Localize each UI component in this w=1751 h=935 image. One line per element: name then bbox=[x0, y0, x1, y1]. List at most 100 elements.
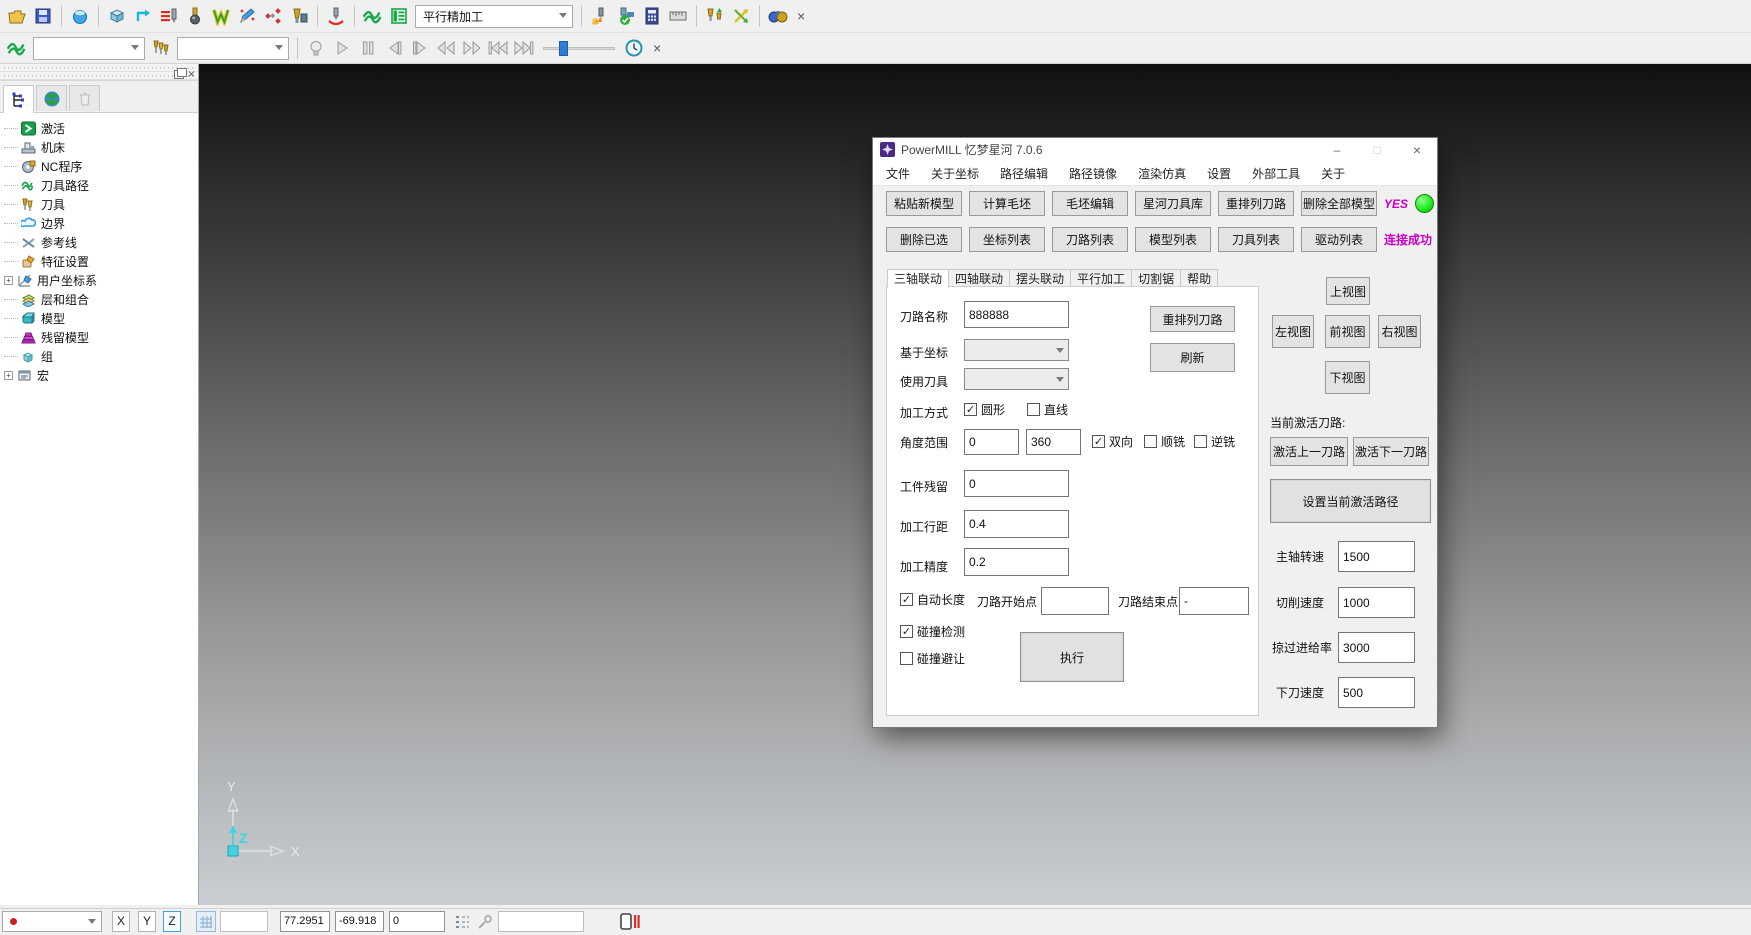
spindle-speed-input[interactable] bbox=[1338, 541, 1415, 572]
tab-swivel-head[interactable]: 摆头联动 bbox=[1010, 269, 1071, 287]
calc-block-button[interactable]: 计算毛坯 bbox=[969, 191, 1045, 216]
pause-icon[interactable] bbox=[356, 36, 380, 60]
pattern-pencil-icon[interactable] bbox=[235, 4, 259, 28]
skip-start-icon[interactable] bbox=[486, 36, 510, 60]
collision-check-checkbox[interactable]: ✓碰撞检测 bbox=[900, 623, 965, 640]
view-top-button[interactable]: 上视图 bbox=[1326, 277, 1370, 305]
stepover-input[interactable] bbox=[964, 510, 1069, 538]
sim-toolpath-dropdown[interactable] bbox=[33, 37, 145, 60]
view-front-button[interactable]: 前视图 bbox=[1325, 315, 1370, 348]
grid-size-input[interactable] bbox=[220, 911, 268, 932]
grip-handle[interactable] bbox=[0, 64, 198, 72]
tool-lift-icon[interactable] bbox=[703, 4, 727, 28]
expand-icon[interactable]: + bbox=[4, 276, 13, 285]
delete-all-models-button[interactable]: 删除全部模型 bbox=[1301, 191, 1377, 216]
coord-list-button[interactable]: 坐标列表 bbox=[969, 227, 1045, 252]
refresh-button[interactable]: 刷新 bbox=[1150, 343, 1235, 372]
grip-handle[interactable] bbox=[0, 72, 198, 80]
tab-parallel[interactable]: 平行加工 bbox=[1071, 269, 1132, 287]
end-point-input[interactable] bbox=[1179, 587, 1249, 615]
rewind-icon[interactable] bbox=[434, 36, 458, 60]
workplane-dropdown[interactable] bbox=[2, 911, 102, 932]
bulb-icon[interactable] bbox=[304, 36, 328, 60]
tree-item-feature-set[interactable]: 特征设置 bbox=[4, 252, 198, 271]
line-checkbox[interactable]: 直线 bbox=[1027, 401, 1068, 418]
block-edit-button[interactable]: 毛坯编辑 bbox=[1052, 191, 1128, 216]
step-forward-icon[interactable] bbox=[408, 36, 432, 60]
tab-help[interactable]: 帮助 bbox=[1181, 269, 1218, 287]
menu-render-sim[interactable]: 渲染仿真 bbox=[1138, 165, 1186, 182]
auto-length-checkbox[interactable]: ✓自动长度 bbox=[900, 591, 965, 608]
calculator-icon[interactable] bbox=[640, 4, 664, 28]
activate-prev-button[interactable]: 激活上一刀路 bbox=[1270, 437, 1348, 466]
conventional-checkbox[interactable]: 逆铣 bbox=[1194, 433, 1235, 450]
axis-z-button[interactable]: Z bbox=[163, 911, 181, 932]
powermill-s-icon[interactable] bbox=[361, 4, 385, 28]
tool-check-icon[interactable] bbox=[614, 4, 638, 28]
rapid-arrow-icon[interactable] bbox=[131, 4, 155, 28]
collision-avoid-checkbox[interactable]: 碰撞避让 bbox=[900, 650, 965, 667]
view-bottom-button[interactable]: 下视图 bbox=[1325, 361, 1370, 394]
cutting-feed-input[interactable] bbox=[1338, 587, 1415, 618]
ruler-icon[interactable] bbox=[666, 4, 690, 28]
powermill-s-icon[interactable] bbox=[5, 36, 29, 60]
tab-4axis[interactable]: 四轴联动 bbox=[949, 269, 1010, 287]
toolpath-name-input[interactable] bbox=[964, 301, 1069, 328]
step-back-icon[interactable] bbox=[382, 36, 406, 60]
set-active-path-button[interactable]: 设置当前激活路径 bbox=[1270, 479, 1431, 523]
tree-item-toolpath[interactable]: 刀具路径 bbox=[4, 176, 198, 195]
sim-tool-dropdown[interactable] bbox=[177, 37, 289, 60]
rearrange-toolpath-button[interactable]: 重排列刀路 bbox=[1218, 191, 1294, 216]
delete-selected-button[interactable]: 删除已选 bbox=[886, 227, 962, 252]
tree-item-nc-program[interactable]: NC程序 bbox=[4, 157, 198, 176]
tree-item-model[interactable]: 模型 bbox=[4, 309, 198, 328]
tree-item-workplane[interactable]: +用户坐标系 bbox=[4, 271, 198, 290]
angle-from-input[interactable] bbox=[964, 429, 1019, 455]
tool-burst-icon[interactable] bbox=[588, 4, 612, 28]
tab-globe[interactable] bbox=[36, 85, 67, 111]
leads-links-icon[interactable] bbox=[157, 4, 181, 28]
tree-item-tool[interactable]: 刀具 bbox=[4, 195, 198, 214]
tool-set-icon[interactable] bbox=[149, 36, 173, 60]
menu-path-mirror[interactable]: 路径镜像 bbox=[1069, 165, 1117, 182]
model-box-icon[interactable] bbox=[105, 4, 129, 28]
tree-item-stock-model[interactable]: 残留模型 bbox=[4, 328, 198, 347]
base-coord-dropdown[interactable] bbox=[964, 339, 1069, 361]
tree-item-pattern[interactable]: 参考线 bbox=[4, 233, 198, 252]
strategy-dropdown[interactable]: 平行精加工 bbox=[415, 5, 573, 28]
start-point-input[interactable] bbox=[1041, 587, 1109, 615]
strategy-list-icon[interactable] bbox=[387, 4, 411, 28]
tree-item-levels[interactable]: 层和组合 bbox=[4, 290, 198, 309]
tool-list-button[interactable]: 刀具列表 bbox=[1218, 227, 1294, 252]
expand-icon[interactable]: + bbox=[4, 371, 13, 380]
open-project-icon[interactable] bbox=[5, 4, 29, 28]
tool-sphere-icon[interactable] bbox=[183, 4, 207, 28]
drive-list-button[interactable]: 驱动列表 bbox=[1301, 227, 1377, 252]
dialog-titlebar[interactable]: PowerMILL 忆梦星河 7.0.6 – □ × bbox=[873, 138, 1437, 161]
menu-coords[interactable]: 关于坐标 bbox=[931, 165, 979, 182]
tool-holder-icon[interactable] bbox=[287, 4, 311, 28]
view-right-button[interactable]: 右视图 bbox=[1378, 315, 1421, 348]
tree-item-macro[interactable]: +宏 bbox=[4, 366, 198, 385]
play-icon[interactable] bbox=[330, 36, 354, 60]
skip-end-icon[interactable] bbox=[512, 36, 536, 60]
tab-3axis[interactable]: 三轴联动 bbox=[887, 269, 949, 288]
menu-about[interactable]: 关于 bbox=[1321, 165, 1345, 182]
tree-item-group[interactable]: 组 bbox=[4, 347, 198, 366]
tool-library-button[interactable]: 星河刀具库 bbox=[1135, 191, 1211, 216]
menu-file[interactable]: 文件 bbox=[886, 165, 910, 182]
clock-icon[interactable] bbox=[622, 36, 646, 60]
toolbar-close-button[interactable]: × bbox=[791, 8, 811, 24]
sim-speed-slider[interactable] bbox=[543, 39, 615, 57]
angle-to-input[interactable] bbox=[1026, 429, 1081, 455]
restore-icon[interactable] bbox=[174, 70, 184, 79]
circle-checkbox[interactable]: ✓圆形 bbox=[964, 401, 1005, 418]
page-columns-icon[interactable] bbox=[620, 913, 640, 934]
plunge-feed-input[interactable] bbox=[1338, 677, 1415, 708]
block-icon[interactable] bbox=[68, 4, 92, 28]
axis-y-button[interactable]: Y bbox=[138, 911, 156, 932]
scatter-points-icon[interactable] bbox=[261, 4, 285, 28]
tree-item-machine[interactable]: 机床 bbox=[4, 138, 198, 157]
axis-x-button[interactable]: X bbox=[112, 911, 130, 932]
skim-feed-input[interactable] bbox=[1338, 632, 1415, 663]
